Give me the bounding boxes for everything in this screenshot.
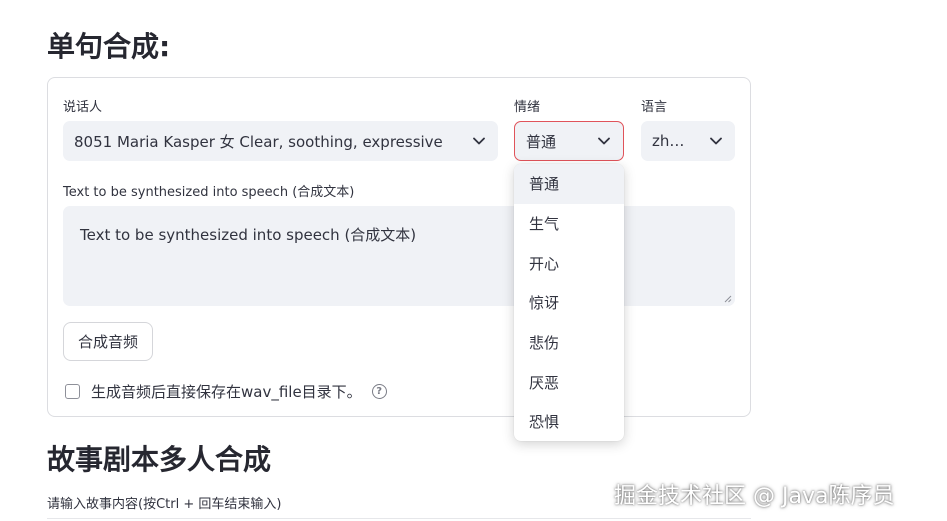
emotion-select[interactable]: 普通	[514, 121, 624, 161]
save-to-wav-label[interactable]: 生成音频后直接保存在wav_file目录下。	[91, 381, 362, 402]
chevron-down-icon	[466, 121, 492, 161]
save-to-wav-option: 生成音频后直接保存在wav_file目录下。 ?	[65, 381, 387, 401]
synthesize-audio-button[interactable]: 合成音频	[63, 322, 153, 361]
textarea-value: Text to be synthesized into speech (合成文本…	[80, 226, 417, 244]
emotion-option[interactable]: 开心	[514, 243, 624, 283]
help-icon[interactable]: ?	[371, 383, 387, 399]
language-select[interactable]: zh…	[641, 121, 735, 161]
emotion-label: 情绪	[514, 100, 541, 115]
text-to-synthesize-textarea[interactable]: Text to be synthesized into speech (合成文本…	[63, 206, 735, 306]
language-label: 语言	[641, 100, 668, 115]
emotion-dropdown-menu: 普通 生气 开心 惊讶 悲伤 厌恶 恐惧	[514, 164, 624, 441]
emotion-option[interactable]: 惊讶	[514, 283, 624, 323]
resize-grip-icon[interactable]	[724, 295, 732, 303]
page-title-single-synthesis: 单句合成:	[47, 30, 171, 63]
emotion-option[interactable]: 恐惧	[514, 402, 624, 441]
story-input-top-edge	[47, 518, 751, 519]
story-input-label: 请输入故事内容(按Ctrl + 回车结束输入)	[47, 497, 282, 512]
speaker-select[interactable]: 8051 Maria Kasper 女 Clear, soothing, exp…	[63, 121, 498, 161]
chevron-down-icon	[703, 121, 729, 161]
emotion-option[interactable]: 生气	[514, 204, 624, 244]
text-input-label: Text to be synthesized into speech (合成文本…	[63, 185, 355, 200]
emotion-select-value: 普通	[526, 132, 557, 151]
save-to-wav-checkbox[interactable]	[65, 383, 80, 399]
page-title-story-synthesis: 故事剧本多人合成	[47, 443, 272, 476]
emotion-option[interactable]: 悲伤	[514, 323, 624, 363]
emotion-option[interactable]: 普通	[514, 164, 624, 204]
speaker-label: 说话人	[63, 100, 103, 115]
speaker-select-value: 8051 Maria Kasper 女 Clear, soothing, exp…	[74, 132, 443, 151]
emotion-option[interactable]: 厌恶	[514, 362, 624, 402]
watermark: 掘金技术社区 @ Java陈序员	[614, 484, 895, 509]
chevron-down-icon	[591, 121, 617, 161]
language-select-value: zh…	[652, 132, 685, 150]
